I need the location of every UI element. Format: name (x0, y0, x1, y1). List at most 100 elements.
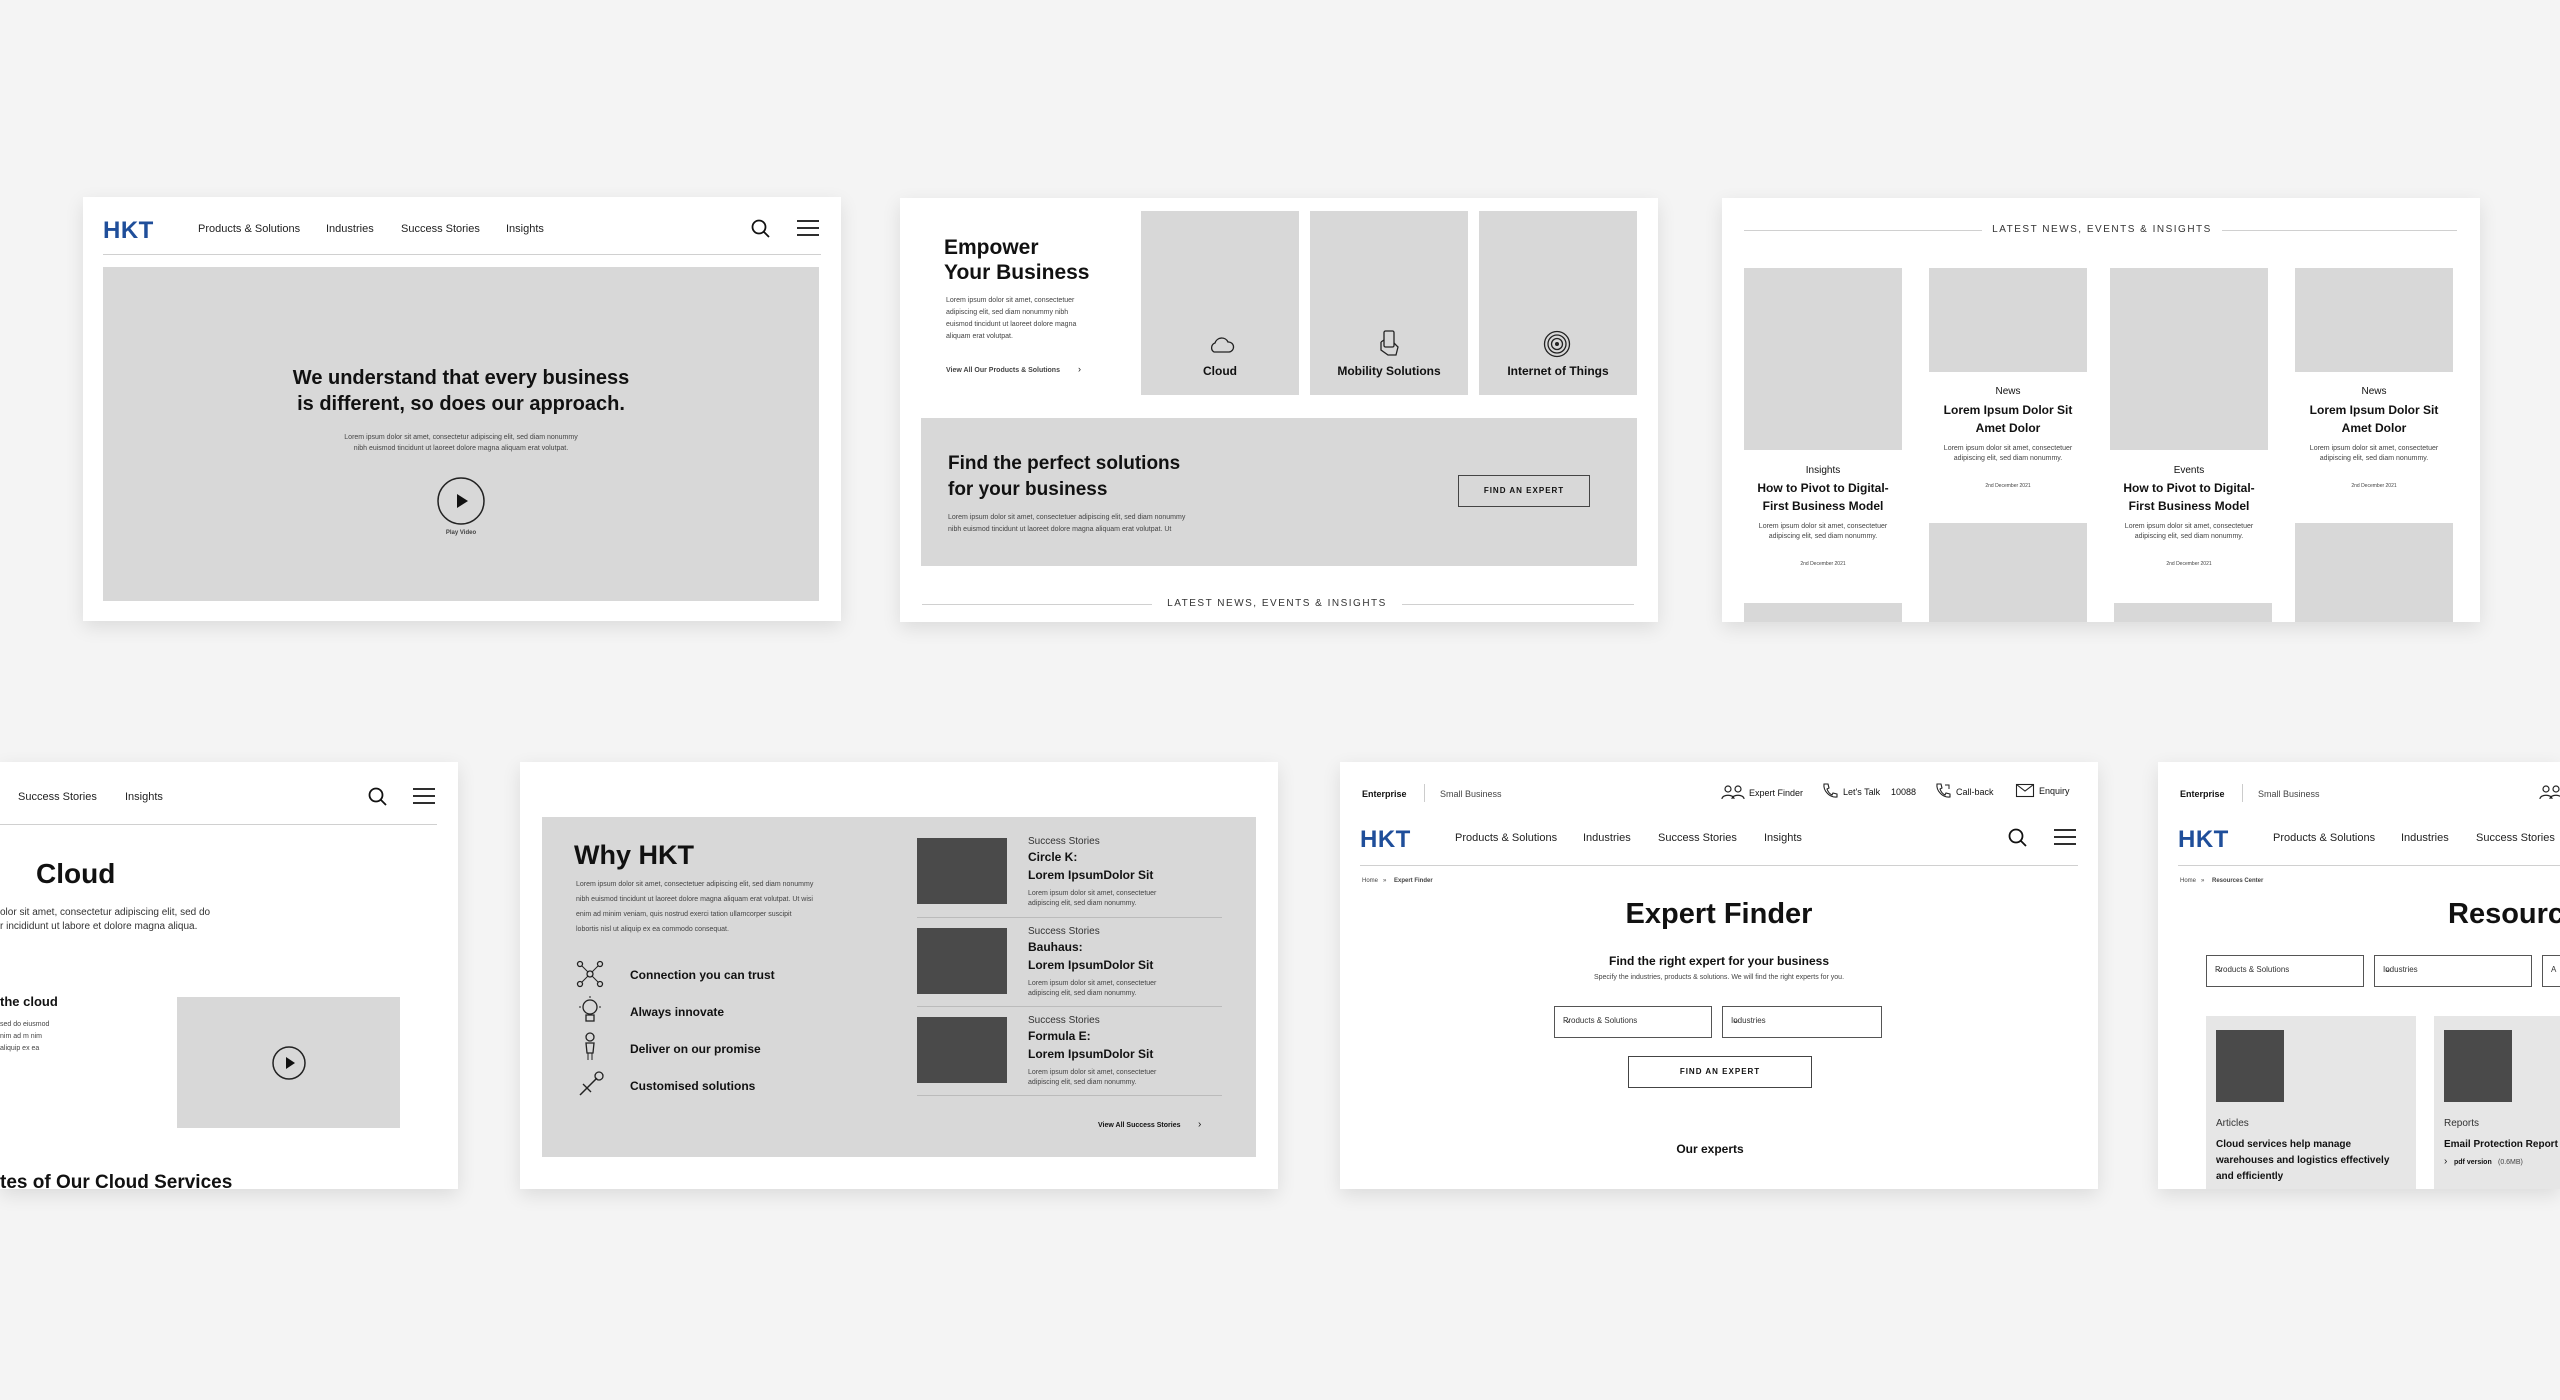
breadcrumb-separator: » (2201, 878, 2205, 884)
empower-business-card: Empower Your Business Lorem ipsum dolor … (900, 198, 1658, 622)
news-image-2[interactable] (1929, 268, 2087, 372)
story-category-1: Success Stories (1028, 836, 1100, 847)
nav-industries[interactable]: Industries (2401, 832, 2449, 844)
search-icon[interactable] (2008, 828, 2028, 848)
nav-insights[interactable]: Insights (125, 791, 163, 803)
products-solutions-select[interactable]: Products & Solutions ⌄ (2206, 955, 2364, 987)
hamburger-menu-icon[interactable] (797, 219, 819, 237)
news-body-3-line-1: Lorem ipsum dolor sit amet, consectetuer (2124, 523, 2254, 530)
cloud-subheading: the cloud (0, 994, 58, 1009)
latest-news-card: LATEST NEWS, EVENTS & INSIGHTS Insights … (1722, 198, 2480, 622)
breadcrumb-separator: » (1383, 878, 1387, 884)
news-title-4-line-2[interactable]: Amet Dolor (2288, 421, 2460, 435)
news-title-1-line-1[interactable]: How to Pivot to Digital- (1737, 481, 1909, 495)
topbar-lets-talk[interactable]: Let's Talk (1843, 787, 1880, 797)
hkt-logo[interactable]: HKT (1360, 826, 1411, 854)
play-video-icon[interactable] (272, 1046, 306, 1080)
hkt-logo[interactable]: HKT (2178, 826, 2229, 854)
topbar-enquiry[interactable]: Enquiry (2039, 786, 2070, 796)
news-image-3[interactable] (2110, 268, 2268, 450)
topbar-small-business[interactable]: Small Business (1440, 789, 1502, 799)
nav-products-solutions[interactable]: Products & Solutions (2273, 832, 2375, 844)
topbar-phone-number[interactable]: 10088 (1891, 787, 1916, 797)
nav-products-solutions[interactable]: Products & Solutions (198, 223, 300, 235)
cloud-page-card: Success Stories Insights Cloud olor sit … (0, 762, 458, 1189)
nav-insights[interactable]: Insights (506, 223, 544, 235)
news-image-1[interactable] (1744, 268, 1902, 450)
news-image-5[interactable] (1744, 603, 1902, 622)
nav-success-stories[interactable]: Success Stories (18, 791, 97, 803)
tile-mobility-label: Mobility Solutions (1337, 364, 1441, 378)
news-image-7[interactable] (2114, 603, 2272, 622)
news-title-4-line-1[interactable]: Lorem Ipsum Dolor Sit (2288, 403, 2460, 417)
hamburger-menu-icon[interactable] (413, 787, 435, 805)
story-image-1[interactable] (917, 838, 1007, 904)
story-body-2-line-1: Lorem ipsum dolor sit amet, consectetuer (1028, 980, 1157, 987)
search-icon[interactable] (751, 219, 771, 239)
nav-success-stories[interactable]: Success Stories (1658, 832, 1737, 844)
view-all-products-link[interactable]: View All Our Products & Solutions (946, 366, 1060, 376)
news-title-2-line-2[interactable]: Amet Dolor (1922, 421, 2094, 435)
products-solutions-select[interactable]: Products & Solutions ⌄ (1554, 1006, 1712, 1038)
nav-insights[interactable]: Insights (1764, 832, 1802, 844)
news-image-6[interactable] (1929, 523, 2087, 622)
topbar-small-business[interactable]: Small Business (2258, 789, 2320, 799)
expert-finder-description: Specify the industries, products & solut… (1593, 974, 1845, 981)
story-divider-2 (917, 1006, 1222, 1007)
find-an-expert-button[interactable]: FIND AN EXPERT (1458, 475, 1590, 507)
resource-title-1-line-2[interactable]: warehouses and logistics effectively (2216, 1155, 2389, 1166)
view-all-success-stories-link[interactable]: View All Success Stories (1098, 1122, 1181, 1129)
tile-cloud-label: Cloud (1203, 364, 1237, 378)
news-title-1-line-2[interactable]: First Business Model (1737, 499, 1909, 513)
search-icon[interactable] (368, 787, 388, 807)
nav-success-stories[interactable]: Success Stories (2476, 832, 2555, 844)
play-video-icon[interactable] (437, 477, 485, 525)
story-title-2[interactable]: Lorem IpsumDolor Sit (1028, 958, 1153, 972)
industries-select[interactable]: Industries ⌄ (2374, 955, 2532, 987)
topbar-call-back[interactable]: Call-back (1956, 787, 1994, 797)
resource-title-2[interactable]: Email Protection Report (2444, 1139, 2558, 1150)
homepage-hero-card: HKT Products & Solutions Industries Succ… (83, 197, 841, 621)
story-name-3[interactable]: Formula E: (1028, 1029, 1091, 1043)
topbar-enterprise[interactable]: Enterprise (2180, 789, 2225, 799)
industries-select[interactable]: Industries ⌄ (1722, 1006, 1882, 1038)
news-image-4[interactable] (2295, 268, 2453, 372)
hkt-logo[interactable]: HKT (103, 217, 154, 245)
story-body-2-line-2: adipiscing elit, sed diam nonummy. (1028, 990, 1137, 997)
topbar-enterprise[interactable]: Enterprise (1362, 789, 1407, 799)
hamburger-menu-icon[interactable] (2054, 828, 2076, 846)
filter-select-3[interactable]: A (2542, 955, 2560, 987)
news-title-3-line-2[interactable]: First Business Model (2103, 499, 2275, 513)
topbar-expert-finder[interactable]: Expert Finder (1749, 788, 1803, 798)
story-image-3[interactable] (917, 1017, 1007, 1083)
nav-products-solutions[interactable]: Products & Solutions (1455, 832, 1557, 844)
news-image-8[interactable] (2295, 523, 2453, 622)
mail-icon (2015, 783, 2035, 798)
pdf-version-link[interactable]: pdf version (2454, 1159, 2492, 1166)
find-an-expert-button[interactable]: FIND AN EXPERT (1628, 1056, 1812, 1088)
resource-image-2 (2444, 1030, 2512, 1102)
header-divider (1360, 865, 2078, 866)
resource-title-1-line-3[interactable]: and efficiently (2216, 1171, 2283, 1182)
breadcrumb-home[interactable]: Home (1362, 876, 1378, 886)
resource-title-1-line-1[interactable]: Cloud services help manage (2216, 1139, 2351, 1150)
find-solutions-title-line-1: Find the perfect solutions (948, 453, 1181, 474)
nav-industries[interactable]: Industries (1583, 832, 1631, 844)
news-title-2-line-1[interactable]: Lorem Ipsum Dolor Sit (1922, 403, 2094, 417)
story-image-2[interactable] (917, 928, 1007, 994)
story-body-1-line-1: Lorem ipsum dolor sit amet, consectetuer (1028, 890, 1157, 897)
story-name-1[interactable]: Circle K: (1028, 850, 1077, 864)
callback-icon (1936, 783, 1951, 798)
news-title-3-line-1[interactable]: How to Pivot to Digital- (2103, 481, 2275, 495)
news-body-1-line-1: Lorem ipsum dolor sit amet, consectetuer (1758, 523, 1888, 530)
breadcrumb-home[interactable]: Home (2180, 876, 2196, 886)
news-date-3: 2nd December 2021 (2166, 561, 2212, 567)
nav-industries[interactable]: Industries (326, 223, 374, 235)
story-name-2[interactable]: Bauhaus: (1028, 940, 1083, 954)
page-title: Expert Finder (1625, 898, 1813, 930)
lightbulb-icon (579, 996, 601, 1022)
story-body-3-line-2: adipiscing elit, sed diam nonummy. (1028, 1079, 1137, 1086)
story-title-1[interactable]: Lorem IpsumDolor Sit (1028, 868, 1153, 882)
story-title-3[interactable]: Lorem IpsumDolor Sit (1028, 1047, 1153, 1061)
nav-success-stories[interactable]: Success Stories (401, 223, 480, 235)
